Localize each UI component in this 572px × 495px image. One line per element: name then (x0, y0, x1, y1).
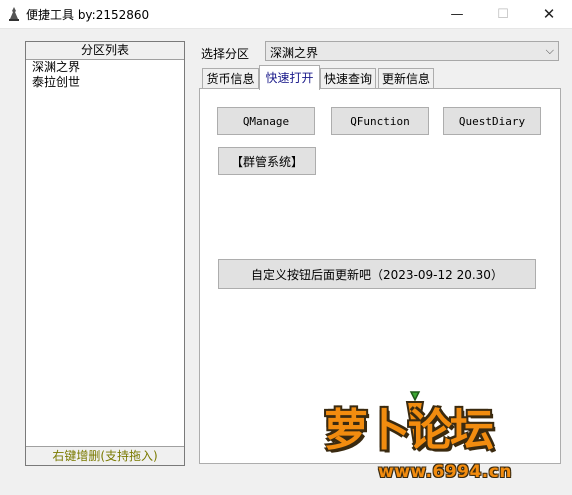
maximize-icon: ☐ (497, 6, 509, 22)
close-icon: ✕ (542, 5, 556, 23)
app-icon (9, 7, 19, 21)
tab-currency-info[interactable]: 货币信息 (202, 68, 259, 88)
tab-quick-query[interactable]: 快速查询 (320, 68, 376, 88)
zone-select-value: 深渊之界 (270, 46, 319, 60)
zone-list-footer-hint: 右键增删(支持拖入) (26, 446, 184, 465)
custom-update-button[interactable]: 自定义按钮后面更新吧（2023-09-12 20.30） (218, 259, 536, 289)
title-bar[interactable]: 便捷工具 by:2152860 — ☐ ✕ (0, 0, 572, 29)
chevron-down-icon: ⌵ (545, 44, 554, 57)
tab-quick-open[interactable]: 快速打开 (259, 65, 320, 90)
minimize-button[interactable]: — (434, 0, 480, 28)
zone-list-item[interactable]: 泰拉创世 (26, 75, 184, 90)
questdiary-button[interactable]: QuestDiary (443, 107, 541, 135)
tab-update-info[interactable]: 更新信息 (378, 68, 434, 88)
watermark-url: www.6994.cn (378, 462, 512, 482)
minimize-icon: — (450, 6, 464, 22)
zone-select-label: 选择分区 (201, 47, 250, 61)
maximize-button[interactable]: ☐ (480, 0, 526, 28)
group-manage-button[interactable]: 【群管系统】 (218, 147, 316, 175)
watermark: 萝卜论坛 www.6994.cn (316, 390, 566, 490)
zone-list-header: 分区列表 (26, 42, 184, 60)
qfunction-button[interactable]: QFunction (331, 107, 429, 135)
watermark-text: 萝卜论坛 (324, 405, 494, 456)
zone-list-panel[interactable]: 分区列表 深渊之界 泰拉创世 右键增删(支持拖入) (25, 41, 185, 466)
close-button[interactable]: ✕ (526, 0, 572, 28)
qmanage-button[interactable]: QManage (217, 107, 315, 135)
zone-select-dropdown[interactable]: 深渊之界 ⌵ (265, 41, 559, 61)
zone-list-item[interactable]: 深渊之界 (26, 60, 184, 75)
window-title: 便捷工具 by:2152860 (26, 8, 150, 22)
